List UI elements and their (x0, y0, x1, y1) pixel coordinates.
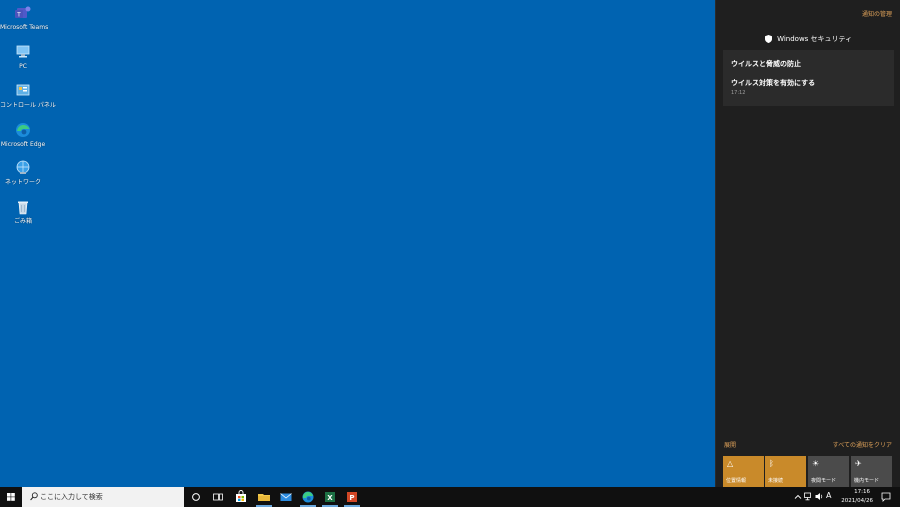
start-button[interactable] (0, 487, 22, 507)
task-view-icon (213, 493, 223, 501)
quick-action-location[interactable]: △ 位置情報 (723, 456, 764, 487)
notification-title: ウイルスと脅威の防止 (731, 60, 801, 68)
desktop-icon-control-panel[interactable]: コントロール パネル (0, 82, 56, 120)
bluetooth-icon: ᛒ (769, 459, 774, 468)
notification-center-icon[interactable] (881, 492, 891, 502)
excel-icon: X (325, 492, 335, 502)
desktop-icon-edge[interactable]: Microsoft Edge (0, 121, 46, 159)
search-box[interactable]: ここに入力して検索 (22, 487, 184, 507)
quick-action-label: 位置情報 (726, 478, 747, 484)
notification-app-header: Windows セキュリティ (716, 34, 900, 44)
desktop-icon-recycle-bin[interactable]: ごみ箱 (0, 198, 46, 236)
quick-action-label: 未接続 (768, 478, 784, 484)
quick-action-night-light[interactable]: ☀ 夜間モード (808, 456, 849, 487)
night-light-icon: ☀ (812, 459, 820, 468)
desktop-icon-label: Microsoft Edge (0, 141, 46, 148)
quick-action-airplane-mode[interactable]: ✈ 機内モード (851, 456, 892, 487)
quick-action-label: 夜間モード (811, 478, 837, 484)
notification-card[interactable]: ウイルスと脅威の防止 ウイルス対策を有効にする 17:12 (723, 50, 894, 106)
expand-link[interactable]: 展開 (724, 440, 736, 449)
clear-all-notifications-link[interactable]: すべての通知をクリア (833, 440, 892, 449)
desktop-icon-label: ネットワーク (4, 179, 41, 186)
svg-text:T: T (16, 12, 21, 19)
desktop[interactable]: T Microsoft Teams PC コントロール パネル Microsof… (0, 0, 715, 487)
pc-icon (16, 45, 30, 58)
desktop-icon-teams[interactable]: T Microsoft Teams (0, 4, 49, 42)
desktop-icon-label: PC (19, 63, 27, 70)
search-icon (30, 492, 38, 501)
quick-action-label: 機内モード (854, 478, 880, 484)
shield-icon (764, 35, 772, 43)
svg-text:P: P (349, 494, 354, 502)
desktop-icon-label: コントロール パネル (0, 102, 56, 109)
notification-time: 17:12 (731, 90, 746, 96)
desktop-icon-pc[interactable]: PC (0, 43, 46, 81)
desktop-icon-label: Microsoft Teams (0, 24, 49, 31)
quick-action-bluetooth[interactable]: ᛒ 未接続 (765, 456, 806, 487)
file-explorer-icon (258, 494, 270, 501)
clock-time[interactable]: 17:16 (854, 489, 870, 495)
clock-date[interactable]: 2021/04/26 (841, 498, 873, 504)
edge-icon (16, 123, 30, 137)
file-explorer-button[interactable] (253, 487, 275, 507)
edge-taskbar-button[interactable] (297, 487, 319, 507)
ime-indicator[interactable]: A (826, 491, 831, 500)
control-panel-icon (16, 84, 30, 96)
cortana-button[interactable] (185, 487, 207, 507)
mail-icon (280, 493, 292, 501)
manage-notifications-link[interactable]: 通知の管理 (862, 9, 892, 18)
notification-app-name: Windows セキュリティ (777, 35, 853, 43)
mail-button[interactable] (275, 487, 297, 507)
powerpoint-icon: P (347, 492, 357, 502)
notification-body: ウイルス対策を有効にする (731, 79, 816, 87)
cortana-icon (192, 493, 200, 501)
location-icon: △ (727, 459, 734, 468)
task-view-button[interactable] (207, 487, 229, 507)
network-status-icon[interactable] (804, 492, 813, 501)
search-placeholder: ここに入力して検索 (40, 493, 103, 501)
teams-icon: T (15, 6, 31, 19)
action-center: 通知の管理 Windows セキュリティ ウイルスと脅威の防止 ウイルス対策を有… (715, 0, 900, 487)
store-button[interactable] (230, 487, 252, 507)
chevron-up-icon[interactable] (794, 493, 802, 501)
desktop-icon-network[interactable]: ネットワーク (0, 159, 46, 197)
edge-icon (302, 491, 314, 503)
system-tray: A 17:16 2021/04/26 (790, 487, 900, 507)
svg-text:X: X (327, 494, 333, 502)
network-icon (16, 160, 30, 174)
powerpoint-button[interactable]: P (341, 487, 363, 507)
airplane-mode-icon: ✈ (855, 459, 862, 468)
desktop-icon-label: ごみ箱 (13, 218, 32, 225)
excel-button[interactable]: X (319, 487, 341, 507)
store-icon (236, 490, 246, 502)
windows-logo-icon (7, 493, 15, 501)
taskbar: ここに入力して検索 X P A 17:16 2021/04/26 (0, 487, 900, 507)
recycle-bin-icon (18, 201, 28, 215)
volume-icon[interactable] (815, 492, 824, 501)
